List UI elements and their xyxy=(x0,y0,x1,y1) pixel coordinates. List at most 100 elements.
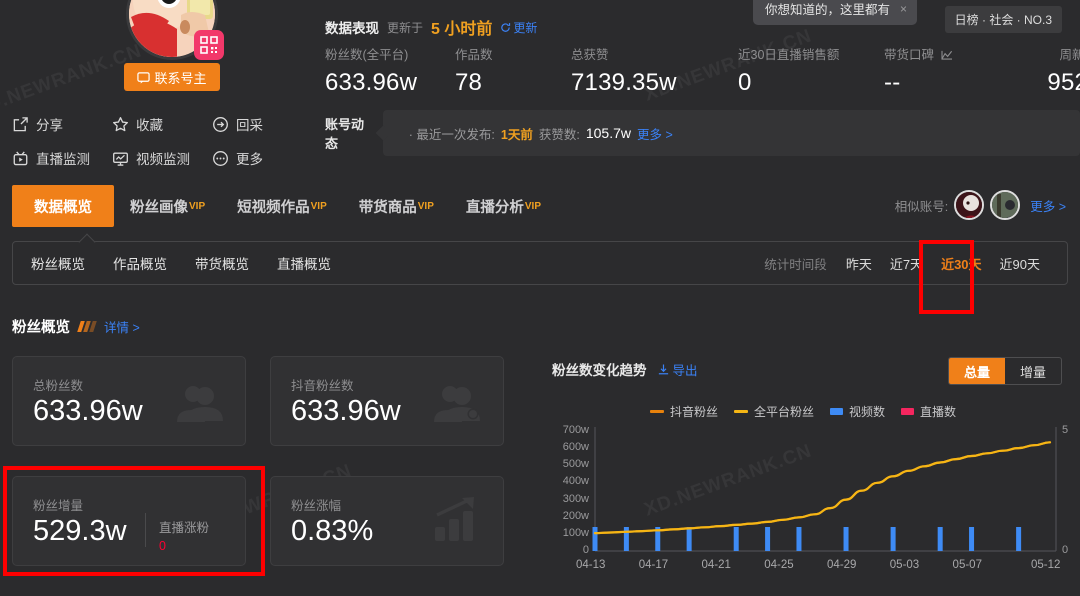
legend-item-all-platform-fans[interactable]: 全平台粉丝 xyxy=(734,403,814,420)
subtab-live-overview[interactable]: 直播概览 xyxy=(263,253,345,273)
qr-code-icon[interactable] xyxy=(194,30,224,60)
subtab-fans-overview[interactable]: 粉丝概览 xyxy=(13,253,99,273)
promo-tooltip: 你想知道的，这里都有 × xyxy=(753,0,918,25)
subtab-label: 作品概览 xyxy=(113,257,167,272)
range-30days[interactable]: 近30天 xyxy=(932,254,990,273)
action-recollect[interactable]: 回采 xyxy=(212,107,312,141)
chart-y2-tick: 0 xyxy=(1062,544,1069,556)
account-dynamics-more-link[interactable]: 更多 > xyxy=(637,124,673,143)
similar-account-avatar[interactable] xyxy=(954,190,985,220)
similar-accounts: 相似账号: 更多 > xyxy=(895,190,1066,220)
legend-item-live-count[interactable]: 直播数 xyxy=(901,403,956,420)
stat-reputation: 带货口碑 -- xyxy=(884,44,1012,97)
action-favorite-label: 收藏 xyxy=(136,118,163,133)
action-more-label: 更多 xyxy=(236,152,263,167)
users-icon xyxy=(175,383,223,428)
account-dynamics-box: · 最近一次发布: 1天前 获赞数: 105.7w 更多 > xyxy=(382,110,1080,156)
star-icon xyxy=(113,116,128,131)
refresh-label: 更新 xyxy=(513,20,538,35)
range-90days[interactable]: 近90天 xyxy=(991,254,1049,273)
subtab-works-overview[interactable]: 作品概览 xyxy=(99,253,181,273)
fans-overview-detail-link[interactable]: 详情 > xyxy=(104,317,140,336)
toggle-total[interactable]: 总量 xyxy=(949,358,1005,384)
legend-swatch xyxy=(830,408,844,415)
card-fans-growth[interactable]: 粉丝增量 529.3w 直播涨粉 0 xyxy=(12,476,246,566)
contact-owner-button[interactable]: 联系号主 xyxy=(124,63,220,91)
chart-x-tick: 04-21 xyxy=(701,559,731,571)
chart-canvas xyxy=(592,427,1057,552)
fans-trend-chart: 0 100w 200w 300w 400w 500w 600w 700w 5 0 04-13 04… xyxy=(552,424,1069,575)
tab-data-overview[interactable]: 数据概览 xyxy=(12,185,114,227)
subtab-label: 带货概览 xyxy=(195,257,249,272)
legend-item-video-count[interactable]: 视频数 xyxy=(830,403,885,420)
tab-fan-portrait[interactable]: 粉丝画像 VIP xyxy=(114,185,221,227)
stat-value: 7139.35w xyxy=(571,69,677,96)
legend-label: 视频数 xyxy=(849,405,886,419)
toggle-increment[interactable]: 增量 xyxy=(1005,358,1061,384)
vip-tag: VIP xyxy=(189,200,206,212)
chart-title: 粉丝数变化趋势 xyxy=(552,363,647,378)
stat-label: 带货口碑 xyxy=(884,44,1012,63)
data-performance-title: 数据表现 xyxy=(325,21,379,36)
decorative-slashes-icon xyxy=(77,321,97,332)
action-video-monitor-label: 视频监测 xyxy=(136,152,190,167)
vip-tag: VIP xyxy=(524,200,541,212)
chart-y-tick: 700w xyxy=(562,424,589,436)
action-live-monitor[interactable]: 直播监测 xyxy=(12,141,112,175)
account-dynamics: 账号动态 · 最近一次发布: 1天前 获赞数: 105.7w 更多 > xyxy=(325,110,1080,156)
tab-products[interactable]: 带货商品 VIP xyxy=(343,185,450,227)
chart-mode-toggle: 总量 增量 xyxy=(948,357,1062,385)
action-more[interactable]: 更多 xyxy=(212,141,312,175)
fans-overview-header: 粉丝概览 详情 > xyxy=(12,316,140,337)
card-fans-growth-rate[interactable]: 粉丝涨幅 0.83% xyxy=(270,476,504,566)
stat-fans-total: 粉丝数(全平台) 633.96w xyxy=(325,44,455,97)
chart-x-tick: 05-12 xyxy=(1031,559,1061,571)
action-share[interactable]: 分享 xyxy=(12,107,112,141)
chart-y-tick: 100w xyxy=(562,526,589,539)
message-icon xyxy=(137,71,151,84)
last-post-prefix: · 最近一次发布: xyxy=(408,127,495,142)
action-share-label: 分享 xyxy=(36,118,63,133)
promo-tooltip-text: 你想知道的，这里都有 xyxy=(765,3,891,17)
legend-item-douyin-fans[interactable]: 抖音粉丝 xyxy=(650,403,718,420)
similar-account-avatar[interactable] xyxy=(990,190,1021,220)
account-dynamics-label: 账号动态 xyxy=(325,117,365,151)
time-range-selector: 统计时间段 昨天 近7天 近30天 近90天 xyxy=(764,254,1067,273)
chart-x-tick: 04-25 xyxy=(764,559,794,571)
subtab-products-overview[interactable]: 带货概览 xyxy=(181,253,263,273)
tab-label: 粉丝画像 xyxy=(130,199,188,216)
stat-label: 粉丝数(全平台) xyxy=(325,48,409,62)
export-button[interactable]: 导出 xyxy=(657,360,698,379)
last-post-time: 1天前 xyxy=(500,127,533,142)
card-douyin-fans[interactable]: 抖音粉丝数 633.96w xyxy=(270,356,504,446)
action-video-monitor[interactable]: 视频监测 xyxy=(112,141,212,175)
stats-row: 粉丝数(全平台) 633.96w 作品数 78 总获赞 7139.35w 近30… xyxy=(325,44,1080,97)
similar-accounts-more-link[interactable]: 更多 > xyxy=(1030,196,1066,215)
chart-y-tick: 0 xyxy=(582,544,589,556)
sub-tabs-panel: 粉丝概览 作品概览 带货概览 直播概览 统计时间段 昨天 近7天 近30天 近9… xyxy=(12,241,1068,285)
avatar[interactable] xyxy=(126,0,224,60)
rank-badge[interactable]: 日榜 · 社会 · NO.3 xyxy=(944,6,1062,33)
tab-short-video[interactable]: 短视频作品 VIP xyxy=(221,185,343,227)
refresh-button[interactable]: 更新 xyxy=(500,19,537,36)
close-icon[interactable]: × xyxy=(900,2,907,16)
card-sub-value: 0 xyxy=(159,539,166,553)
chart-legend: 抖音粉丝 全平台粉丝 视频数 直播数 xyxy=(650,403,956,420)
updated-time: 5 小时前 xyxy=(431,21,493,38)
legend-label: 抖音粉丝 xyxy=(670,405,719,419)
card-label: 粉丝涨幅 xyxy=(291,499,342,513)
action-favorite[interactable]: 收藏 xyxy=(112,107,212,141)
card-value: 633.96w xyxy=(33,395,143,427)
subtab-label: 直播概览 xyxy=(277,257,331,272)
chart-y-tick: 200w xyxy=(562,509,589,522)
live-monitor-icon xyxy=(13,150,28,165)
stat-value: 952.44 xyxy=(1047,69,1080,96)
card-sub-metric: 直播涨粉 0 xyxy=(159,517,209,553)
tab-live-analysis[interactable]: 直播分析 VIP xyxy=(450,185,557,227)
range-yesterday[interactable]: 昨天 xyxy=(837,254,881,273)
time-range-label: 统计时间段 xyxy=(764,257,827,272)
card-total-fans[interactable]: 总粉丝数 633.96w xyxy=(12,356,246,446)
range-7days[interactable]: 近7天 xyxy=(881,254,932,273)
profile-actions: 分享 收藏 回采 直播监测 视频监测 更多 xyxy=(12,107,312,175)
chart-icon xyxy=(940,50,952,60)
